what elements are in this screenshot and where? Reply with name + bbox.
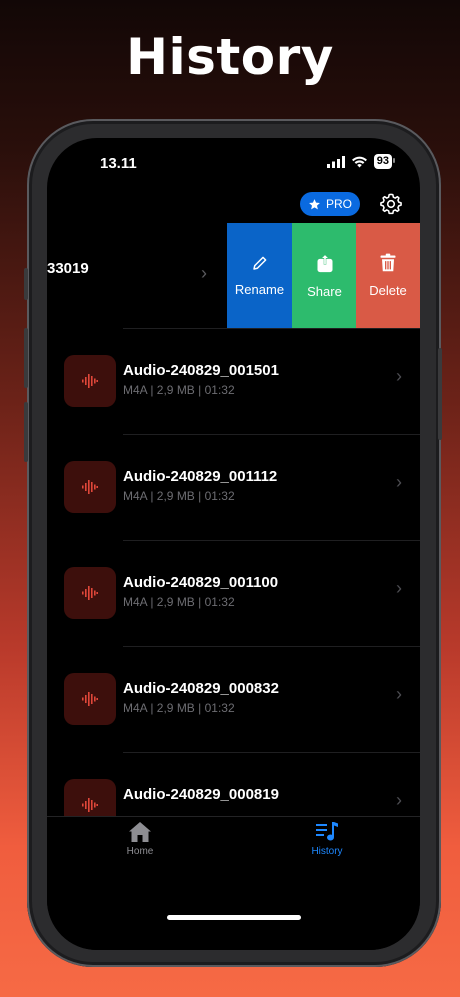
tab-history[interactable]: History	[287, 821, 367, 857]
recording-title: Audio-240829_000819	[123, 786, 279, 803]
share-button[interactable]: Share	[292, 223, 357, 328]
tab-home-label: Home	[126, 846, 154, 857]
delete-label: Delete	[369, 283, 407, 298]
waveform-icon	[64, 355, 116, 407]
waveform-icon	[64, 461, 116, 513]
swiped-item-title: 33019	[47, 260, 89, 277]
list-item[interactable]: Audio-240829_001100 M4A | 2,9 MB | 01:32…	[47, 541, 420, 647]
page-headline: History	[126, 28, 334, 86]
list-item-swiped[interactable]: 33019 › Rename Share Delete	[47, 223, 420, 329]
chevron-right-icon: ›	[201, 263, 207, 283]
chevron-right-icon: ›	[396, 684, 402, 704]
phone-power-button	[438, 348, 442, 440]
phone-mute-switch	[24, 268, 28, 300]
pencil-icon	[252, 256, 266, 270]
gear-icon[interactable]	[380, 193, 402, 215]
waveform-icon	[64, 567, 116, 619]
list-item[interactable]: Audio-240829_001112 M4A | 2,9 MB | 01:32…	[47, 435, 420, 541]
pro-upgrade-button[interactable]: PRO	[300, 192, 360, 216]
share-label: Share	[307, 284, 342, 299]
tab-history-label: History	[311, 846, 343, 857]
trash-icon	[380, 253, 396, 272]
chevron-right-icon: ›	[396, 790, 402, 810]
recording-title: Audio-240829_001112	[123, 468, 278, 485]
house-icon	[129, 822, 151, 842]
app-screen: 13.11 93 PRO 33019 › Rename Share Delete…	[47, 138, 420, 950]
music-list-icon	[316, 822, 338, 841]
chevron-right-icon: ›	[396, 472, 402, 492]
chevron-right-icon: ›	[396, 578, 402, 598]
list-item[interactable]: Audio-240829_000832 M4A | 2,9 MB | 01:32…	[47, 647, 420, 753]
list-item[interactable]: Audio-240829_001501 M4A | 2,9 MB | 01:32…	[47, 329, 420, 435]
tab-home[interactable]: Home	[100, 821, 180, 857]
share-icon	[317, 253, 332, 273]
waveform-icon	[64, 673, 116, 725]
rename-button[interactable]: Rename	[227, 223, 292, 328]
phone-volume-up	[24, 328, 28, 388]
status-bar: 13.11 93	[47, 138, 420, 188]
signal-icon	[326, 155, 345, 168]
delete-button[interactable]: Delete	[356, 223, 420, 328]
chevron-right-icon: ›	[396, 366, 402, 386]
star-icon	[309, 198, 320, 209]
recording-meta: M4A | 2,9 MB | 01:32	[123, 595, 235, 609]
wifi-icon	[351, 156, 367, 167]
status-icons: 93	[326, 154, 396, 169]
home-indicator[interactable]	[167, 915, 301, 920]
recording-meta: M4A | 2,9 MB | 01:32	[123, 701, 235, 715]
rename-label: Rename	[234, 282, 285, 297]
phone-volume-down	[24, 402, 28, 462]
pro-label: PRO	[325, 197, 352, 211]
status-time: 13.11	[100, 155, 137, 172]
recording-title: Audio-240829_001501	[123, 362, 279, 379]
recording-meta: M4A | 2,9 MB | 01:32	[123, 489, 235, 503]
recording-meta: M4A | 2,9 MB | 01:32	[123, 383, 235, 397]
recording-title: Audio-240829_001100	[123, 574, 279, 591]
recording-title: Audio-240829_000832	[123, 680, 279, 697]
tab-bar: Home History	[47, 816, 420, 950]
battery-indicator: 93	[373, 154, 396, 169]
